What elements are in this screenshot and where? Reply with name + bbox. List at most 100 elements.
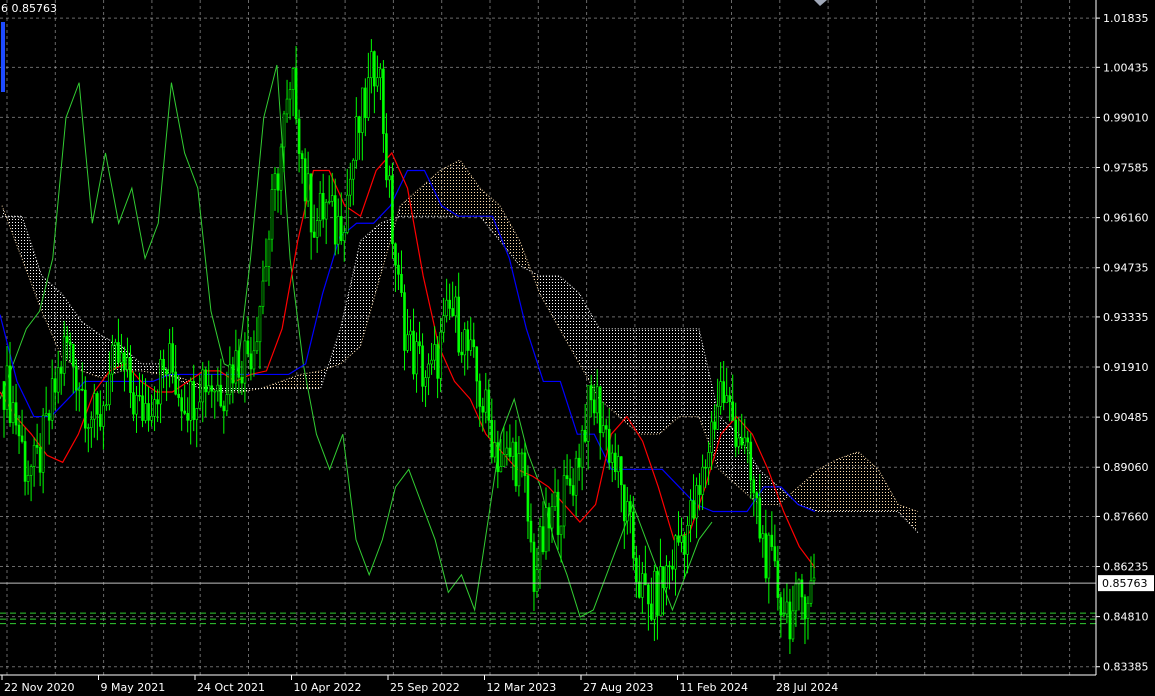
candle-body [62,336,66,374]
scroll-indicator[interactable] [1,22,5,92]
candle-body [619,456,623,486]
candle-68 [207,360,211,395]
candle-38 [117,318,120,367]
candle-body [412,330,415,375]
candle-214 [647,583,650,631]
candle-body [195,408,199,420]
candle-27 [84,376,87,443]
kumo-segment-33 [659,328,680,435]
candle-body [674,535,677,570]
candle-body [743,437,747,446]
candle-body [204,369,208,393]
candle-44 [135,386,138,433]
candle-body [665,565,668,589]
kumo-segment-28 [559,275,580,364]
candle-223 [674,534,677,596]
candle-body [731,401,734,421]
candle-250 [755,490,759,525]
candle-body [583,429,587,442]
candle-body [463,329,467,356]
candle-body [529,520,533,543]
candle-body [2,381,6,410]
candle-body [686,525,689,555]
candle-body [409,330,412,336]
candle-body [421,345,424,387]
candle-183 [553,468,557,512]
candle-body [80,388,84,391]
candle-body [716,406,719,430]
price-tick-label-13: 0.83385 [1103,661,1149,674]
candle-body [767,534,771,579]
candle-269 [812,553,816,585]
candle-body [358,116,361,133]
candle-193 [583,404,587,444]
candle-116 [351,158,355,206]
candle-163 [493,420,497,463]
candle-body [662,566,665,589]
candle-55 [168,328,171,388]
kumo-segment-32 [639,328,660,435]
candle-body [749,441,753,481]
candle-184 [556,479,560,550]
candle-body [782,613,786,616]
candle-256 [773,524,777,568]
candle-225 [680,517,683,553]
candle-body [71,344,75,367]
candle-body [496,442,500,473]
candle-body [580,429,584,468]
candle-131 [397,252,400,291]
candle-body [84,389,87,429]
candle-3 [11,385,15,434]
candle-14 [44,386,48,417]
candle-108 [327,175,331,205]
candle-body [794,583,798,612]
candle-body [698,485,701,495]
candle-164 [496,430,500,489]
candle-11 [35,423,39,455]
candle-179 [541,501,545,555]
candle-98 [297,109,301,173]
candle-146 [442,297,445,343]
candle-body [77,388,81,391]
candle-body [38,447,42,473]
time-tick-label-5: 12 Mar 2023 [487,681,557,694]
time-tick-label-4: 25 Sep 2022 [390,681,460,694]
kumo-segment-45 [898,504,918,533]
candle-13 [41,407,45,494]
candle-body [291,68,295,90]
candle-202 [610,444,614,483]
candle-181 [547,502,551,552]
candle-180 [544,487,548,560]
candle-133 [403,284,406,371]
time-axis-labels: 22 Nov 2020 9 May 2021 24 Oct 2021 10 Apr 2… [1,675,838,694]
candle-body [779,597,783,616]
candle-body [213,390,217,393]
candle-body [183,410,186,414]
kumo-segment-14 [280,374,301,389]
kumo-segment-4 [81,321,102,378]
price-tick-label-3: 0.97585 [1103,162,1149,175]
candle-body [457,296,460,353]
ichimoku-price-chart[interactable]: 1.01835 1.00435 0.99010 0.97585 0.96160 0.947… [0,0,1155,696]
candle-body [692,500,695,519]
candle-77 [234,329,238,391]
candle-9 [29,464,33,502]
candle-body [740,437,744,446]
candle-body [397,264,400,275]
candle-body [785,601,789,615]
candle-body [321,192,325,220]
candle-body [800,579,804,598]
candle-body [373,51,376,87]
candle-body [677,535,680,543]
kumo-segment-42 [838,451,859,512]
price-tick-label-1: 1.00435 [1103,61,1149,74]
candle-213 [644,545,647,586]
chart-shift-marker-icon[interactable] [814,0,827,6]
kumo-segment-18 [360,223,381,347]
candle-body [493,442,497,458]
candle-101 [306,151,310,208]
candle-body [803,596,807,619]
candle-body [56,367,60,393]
time-tick-label-6: 27 Aug 2023 [583,681,653,694]
candle-126 [382,60,385,153]
